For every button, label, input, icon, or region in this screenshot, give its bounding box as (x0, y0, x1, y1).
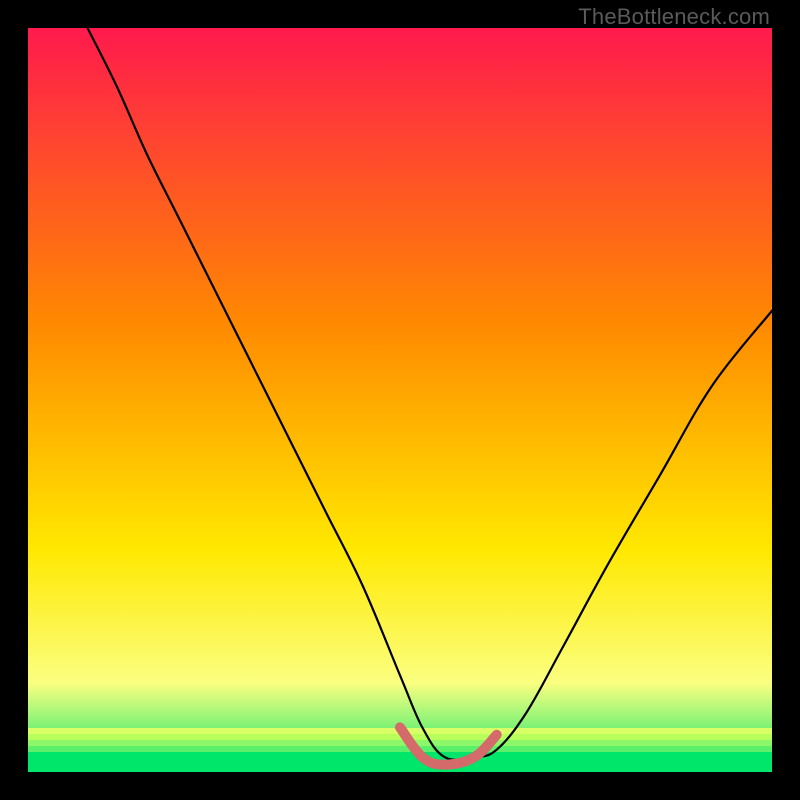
bottleneck-curve (88, 28, 773, 760)
watermark-text: TheBottleneck.com (578, 4, 770, 30)
chart-frame: TheBottleneck.com (0, 0, 800, 800)
plot-area (28, 28, 772, 772)
curve-layer (28, 28, 772, 772)
